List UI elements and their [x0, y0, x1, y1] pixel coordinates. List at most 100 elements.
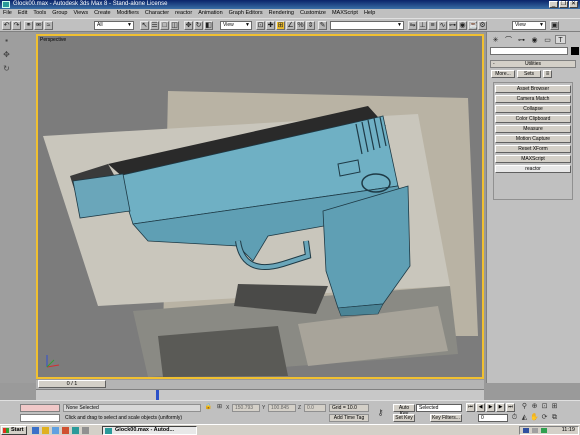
named-selection-sets-dropdown[interactable]: ▼ — [330, 21, 404, 30]
render-type-dropdown[interactable]: View ▼ — [512, 21, 546, 30]
restore-button[interactable]: ❐ — [559, 1, 568, 8]
more-button[interactable]: More... — [491, 70, 515, 78]
menu-character[interactable]: Character — [145, 9, 169, 18]
motion-icon[interactable]: ◉ — [529, 35, 540, 44]
move-icon[interactable]: ✥ — [2, 50, 11, 59]
zoom-extents-icon[interactable]: ⊡ — [540, 402, 549, 411]
zoom-extents-all-icon[interactable]: ⊞ — [550, 402, 559, 411]
taskbar-item-3dsmax[interactable]: Glock00.max - Autod... — [102, 426, 197, 435]
z-coordinate-field[interactable]: 0.0 — [304, 404, 326, 412]
key-filters-button[interactable]: Key Filters... — [430, 414, 462, 422]
key-icon[interactable]: ⚷ — [376, 408, 385, 417]
redo-icon[interactable]: ↷ — [12, 21, 21, 30]
menu-modifiers[interactable]: Modifiers — [117, 9, 139, 18]
go-to-start-icon[interactable]: ⏮ — [466, 403, 475, 412]
zoom-icon[interactable]: ⚲ — [520, 402, 529, 411]
viewport-label[interactable]: Perspective — [40, 37, 66, 43]
3dsmax-quicklaunch-icon[interactable] — [72, 427, 79, 434]
quick-render-icon[interactable]: ⚙ — [478, 21, 487, 30]
bind-space-warp-icon[interactable]: ≈ — [44, 21, 53, 30]
time-configuration-icon[interactable]: ⏱ — [510, 413, 519, 422]
menu-create[interactable]: Create — [94, 9, 111, 18]
quicklaunch-app-icon[interactable] — [82, 427, 89, 434]
menu-views[interactable]: Views — [74, 9, 89, 18]
time-slider[interactable]: 0 / 1 — [36, 380, 484, 389]
y-coordinate-field[interactable]: 100.845 — [268, 404, 296, 412]
menu-maxscript[interactable]: MAXScript — [332, 9, 358, 18]
schematic-view-icon[interactable]: ⊶ — [448, 21, 457, 30]
utility-measure[interactable]: Measure — [495, 125, 571, 133]
select-rotate-icon[interactable]: ↻ — [194, 21, 203, 30]
render-scene-icon[interactable]: ☕ — [468, 21, 478, 30]
material-editor-icon[interactable]: ◉ — [458, 21, 467, 30]
set-key-button[interactable]: Set Key — [393, 414, 415, 422]
undo-icon[interactable]: ↶ — [2, 21, 11, 30]
menu-tools[interactable]: Tools — [33, 9, 46, 18]
render-last-icon[interactable]: ▣ — [550, 21, 559, 30]
auto-key-button[interactable]: Auto Key — [393, 404, 415, 417]
explorer-icon[interactable] — [42, 427, 49, 434]
pan-icon[interactable]: ✋ — [530, 413, 539, 422]
previous-frame-icon[interactable]: ◀ — [476, 403, 485, 412]
go-to-end-icon[interactable]: ⏭ — [506, 403, 515, 412]
field-of-view-icon[interactable]: ◭ — [520, 413, 529, 422]
utilities-icon[interactable]: T — [555, 35, 566, 44]
close-button[interactable]: ✕ — [569, 1, 578, 8]
select-link-icon[interactable]: ⚭ — [24, 21, 33, 30]
modify-icon[interactable]: ⌒ — [503, 35, 514, 44]
gun-model-scene[interactable] — [38, 36, 482, 377]
select-object-icon[interactable]: ↖ — [140, 21, 149, 30]
menu-graph-editors[interactable]: Graph Editors — [229, 9, 263, 18]
percent-snap-icon[interactable]: % — [296, 21, 305, 30]
perspective-viewport[interactable]: Perspective — [36, 34, 484, 379]
tray-network-icon[interactable] — [523, 428, 529, 433]
media-player-icon[interactable] — [62, 427, 69, 434]
rectangular-selection-icon[interactable]: □ — [160, 21, 169, 30]
select-scale-icon[interactable]: ◧ — [204, 21, 213, 30]
ie-icon[interactable] — [32, 427, 39, 434]
track-bar[interactable] — [36, 389, 484, 400]
x-coordinate-field[interactable]: 150.793 — [232, 404, 260, 412]
selection-lock-icon[interactable]: 🔒 — [204, 403, 213, 412]
unlink-icon[interactable]: ⚮ — [34, 21, 43, 30]
curve-editor-icon[interactable]: ∿ — [438, 21, 447, 30]
window-crossing-icon[interactable]: ◫ — [170, 21, 179, 30]
angle-snap-icon[interactable]: ∠ — [286, 21, 295, 30]
utility-color-clipboard[interactable]: Color Clipboard — [495, 115, 571, 123]
sets-button[interactable]: Sets — [517, 70, 541, 78]
utility-reactor[interactable]: reactor — [495, 165, 571, 173]
maximize-viewport-icon[interactable]: ⧉ — [550, 413, 559, 422]
clock[interactable]: 11:19 — [562, 427, 575, 434]
hierarchy-icon[interactable]: ⊶ — [516, 35, 527, 44]
select-by-name-icon[interactable]: ☰ — [150, 21, 159, 30]
menu-rendering[interactable]: Rendering — [269, 9, 294, 18]
menu-customize[interactable]: Customize — [300, 9, 326, 18]
maxscript-listener-output[interactable] — [20, 404, 60, 412]
object-color-swatch[interactable] — [571, 47, 579, 55]
mirror-icon[interactable]: ⇋ — [408, 21, 417, 30]
menu-edit[interactable]: Edit — [18, 9, 27, 18]
track-bar-key-marker[interactable] — [156, 390, 159, 400]
utilities-rollout-header[interactable]: - Utilities — [490, 60, 576, 68]
align-icon[interactable]: ⊥ — [418, 21, 427, 30]
select-move-icon[interactable]: ✥ — [184, 21, 193, 30]
next-frame-icon[interactable]: ▶ — [496, 403, 505, 412]
current-frame-field[interactable]: 0 — [478, 414, 508, 422]
select-manipulate-icon[interactable]: ✚ — [266, 21, 275, 30]
object-name-field[interactable] — [490, 47, 568, 55]
menu-group[interactable]: Group — [52, 9, 67, 18]
maxscript-listener-input[interactable] — [20, 414, 60, 422]
menu-file[interactable]: File — [3, 9, 12, 18]
configure-button-sets-icon[interactable]: ≡ — [543, 70, 552, 78]
menu-animation[interactable]: Animation — [198, 9, 222, 18]
tray-app-icon[interactable] — [541, 428, 547, 433]
zoom-all-icon[interactable]: ⊕ — [530, 402, 539, 411]
utility-motion-capture[interactable]: Motion Capture — [495, 135, 571, 143]
start-button[interactable]: Start — [1, 426, 27, 435]
menu-reactor[interactable]: reactor — [175, 9, 192, 18]
arc-rotate-icon[interactable]: ⟳ — [540, 413, 549, 422]
selection-filter-dropdown[interactable]: All ▼ — [94, 21, 134, 30]
snap-toggle-icon[interactable]: ⊞ — [276, 21, 285, 30]
add-time-tag-button[interactable]: Add Time Tag — [329, 414, 369, 422]
utility-asset-browser[interactable]: Asset Browser — [495, 85, 571, 93]
